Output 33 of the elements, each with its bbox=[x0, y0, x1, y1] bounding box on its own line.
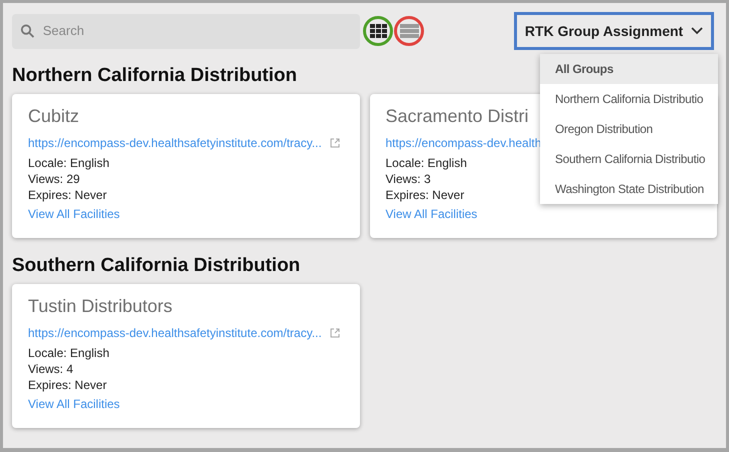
expires-text: Expires: Never bbox=[28, 187, 107, 203]
dropdown-item[interactable]: Northern California Distributio bbox=[540, 84, 718, 114]
dropdown-item[interactable]: All Groups bbox=[540, 54, 718, 84]
search-input[interactable]: Search bbox=[42, 21, 352, 41]
facility-name: Cubitz bbox=[28, 105, 80, 128]
views-text: Views: 29 bbox=[28, 171, 80, 187]
views-text: Views: 4 bbox=[28, 361, 74, 377]
group-heading: Northern California Distribution bbox=[12, 64, 297, 88]
dropdown-item[interactable]: Oregon Distribution bbox=[540, 114, 718, 144]
facility-url-link[interactable]: https://encompass-dev.health bbox=[386, 134, 542, 152]
facility-name: Sacramento Distri bbox=[386, 105, 529, 128]
views-text: Views: 3 bbox=[386, 171, 431, 187]
view-all-facilities-link[interactable]: View All Facilities bbox=[28, 206, 120, 222]
view-all-facilities-link[interactable]: View All Facilities bbox=[28, 396, 120, 412]
search-icon bbox=[20, 23, 35, 39]
dropdown-item[interactable]: Southern California Distributio bbox=[540, 144, 718, 174]
expires-text: Expires: Never bbox=[28, 377, 107, 393]
search-field[interactable]: Search bbox=[12, 14, 360, 48]
expires-text: Expires: Never bbox=[386, 187, 464, 203]
locale-text: Locale: English bbox=[28, 345, 110, 361]
facility-name: Tustin Distributors bbox=[28, 295, 172, 318]
view-all-facilities-link[interactable]: View All Facilities bbox=[386, 206, 478, 222]
locale-text: Locale: English bbox=[28, 155, 110, 171]
locale-text: Locale: English bbox=[386, 155, 467, 171]
grid-view-icon bbox=[370, 24, 386, 38]
list-view-icon bbox=[400, 24, 418, 38]
group-dropdown-button[interactable]: RTK Group Assignment bbox=[514, 12, 714, 50]
facility-url-link[interactable]: https://encompass-dev.healthsafetyinstitute.com/tracy... bbox=[28, 324, 322, 342]
facility-url-link[interactable]: https://encompass-dev.healthsafetyinstitute.com/tracy... bbox=[28, 134, 322, 152]
dropdown-item[interactable]: Washington State Distribution bbox=[540, 174, 718, 204]
grid-view-button[interactable] bbox=[363, 16, 393, 46]
chevron-down-icon bbox=[691, 27, 704, 35]
group-heading: Southern California Distribution bbox=[12, 254, 300, 278]
